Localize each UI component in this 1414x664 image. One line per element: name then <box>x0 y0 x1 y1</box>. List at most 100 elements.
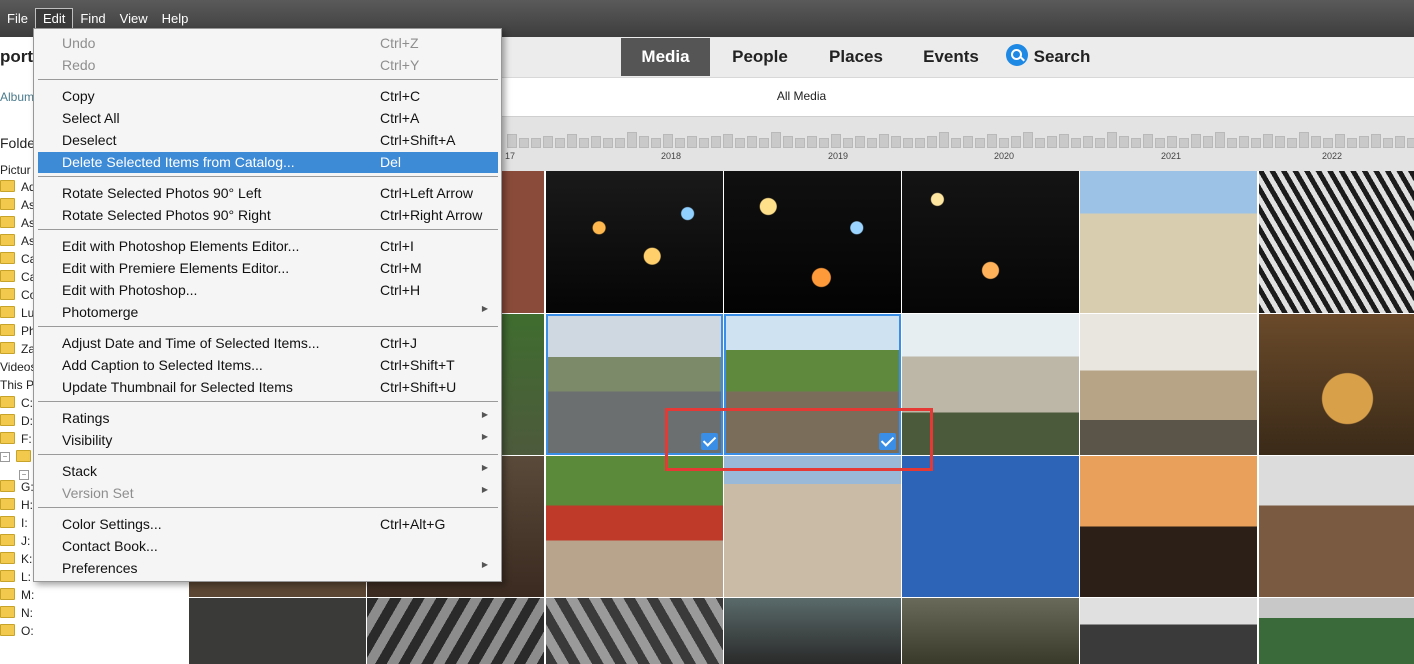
folder-item[interactable]: Ca <box>0 250 36 268</box>
menu-item-redo[interactable]: Redo Ctrl+Y <box>38 55 498 76</box>
timeline-bar[interactable] <box>1047 136 1057 148</box>
timeline-bar[interactable] <box>783 136 793 148</box>
timeline-bar[interactable] <box>987 134 997 148</box>
timeline-bar[interactable] <box>1227 138 1237 148</box>
collapse-toggle[interactable]: − <box>19 470 29 480</box>
drive-item[interactable]: D: <box>0 412 33 430</box>
timeline-bar[interactable] <box>1155 138 1165 148</box>
drive-item[interactable]: O: <box>0 622 34 640</box>
timeline-bar[interactable] <box>1191 134 1201 148</box>
timeline-year[interactable]: 17 <box>505 151 515 161</box>
menu-item-delete-selected-items-from-catalog[interactable]: Delete Selected Items from Catalog... Del <box>38 152 498 173</box>
timeline-bar[interactable] <box>1167 136 1177 148</box>
drive-item[interactable]: J: <box>0 532 30 550</box>
drive-item[interactable]: K: <box>0 550 32 568</box>
timeline-bar[interactable] <box>591 136 601 148</box>
timeline-year[interactable]: 2019 <box>828 151 848 161</box>
timeline-bar[interactable] <box>639 136 649 148</box>
folder-item[interactable]: Lu <box>0 304 34 322</box>
folder-item[interactable]: Co <box>0 286 36 304</box>
timeline-bar[interactable] <box>735 138 745 148</box>
media-thumbnail[interactable] <box>546 456 723 597</box>
tab-places[interactable]: Places <box>817 38 895 76</box>
media-thumbnail[interactable] <box>902 598 1079 664</box>
search-button[interactable]: Search <box>1003 38 1093 76</box>
timeline-bar[interactable] <box>675 138 685 148</box>
timeline-year[interactable]: 2021 <box>1161 151 1181 161</box>
timeline-bar[interactable] <box>1395 136 1405 148</box>
timeline-bar[interactable] <box>1347 138 1357 148</box>
timeline-bar[interactable] <box>879 134 889 148</box>
menu-item-preferences[interactable]: Preferences ▶ <box>38 558 498 579</box>
drive-item[interactable]: C: <box>0 394 33 412</box>
timeline-bar[interactable] <box>1131 138 1141 148</box>
timeline-bar[interactable] <box>1143 134 1153 148</box>
folder-item[interactable]: As <box>0 214 35 232</box>
timeline-bar[interactable] <box>807 136 817 148</box>
drive-item[interactable]: I: <box>0 514 28 532</box>
timeline-bar[interactable] <box>855 136 865 148</box>
timeline-bar[interactable] <box>711 136 721 148</box>
timeline-bar[interactable] <box>1059 134 1069 148</box>
tab-media[interactable]: Media <box>621 38 710 76</box>
menu-item-copy[interactable]: Copy Ctrl+C <box>38 86 498 107</box>
folder-item[interactable]: As <box>0 196 35 214</box>
timeline-bar[interactable] <box>1275 136 1285 148</box>
timeline-bar[interactable] <box>795 138 805 148</box>
menu-file[interactable]: File <box>0 8 35 30</box>
timeline-bar[interactable] <box>531 138 541 148</box>
timeline-bar[interactable] <box>1251 138 1261 148</box>
media-thumbnail[interactable] <box>724 456 901 597</box>
menu-item-photomerge[interactable]: Photomerge ▶ <box>38 302 498 323</box>
menu-item-undo[interactable]: Undo Ctrl+Z <box>38 33 498 54</box>
drive-item[interactable]: N: <box>0 604 33 622</box>
menu-item-ratings[interactable]: Ratings ▶ <box>38 408 498 429</box>
tree-pictures[interactable]: Pictur <box>0 161 31 179</box>
timeline-bar[interactable] <box>687 136 697 148</box>
tree-videos[interactable]: Videos <box>0 358 36 376</box>
timeline-bar[interactable] <box>651 138 661 148</box>
timeline-bar[interactable] <box>1071 138 1081 148</box>
menu-find[interactable]: Find <box>73 8 112 30</box>
timeline-bar[interactable] <box>1035 138 1045 148</box>
timeline-bar[interactable] <box>747 136 757 148</box>
timeline-bar[interactable] <box>1335 134 1345 148</box>
timeline-bar[interactable] <box>519 138 529 148</box>
timeline-bar[interactable] <box>951 138 961 148</box>
media-thumbnail[interactable] <box>902 171 1079 313</box>
media-thumbnail[interactable] <box>1259 171 1414 313</box>
collapse-toggle[interactable]: − <box>0 452 10 462</box>
media-thumbnail[interactable] <box>1259 314 1414 455</box>
media-thumbnail[interactable] <box>189 598 366 664</box>
import-button[interactable]: port <box>0 47 33 67</box>
timeline-bar[interactable] <box>759 138 769 148</box>
timeline-bar[interactable] <box>723 134 733 148</box>
drive-item[interactable]: L: <box>0 568 31 586</box>
timeline-bar[interactable] <box>1095 138 1105 148</box>
timeline-bar[interactable] <box>1107 132 1117 148</box>
menu-item-visibility[interactable]: Visibility ▶ <box>38 430 498 451</box>
timeline-bar[interactable] <box>1299 132 1309 148</box>
timeline-bar[interactable] <box>1119 136 1129 148</box>
folder-item[interactable]: As <box>0 232 35 250</box>
timeline-bar[interactable] <box>927 136 937 148</box>
menu-item-stack[interactable]: Stack ▶ <box>38 461 498 482</box>
timeline-bar[interactable] <box>603 138 613 148</box>
media-thumbnail[interactable] <box>1080 456 1257 597</box>
media-thumbnail[interactable] <box>1080 314 1257 455</box>
timeline-bar[interactable] <box>663 134 673 148</box>
tab-people[interactable]: People <box>719 38 801 76</box>
timeline-bar[interactable] <box>819 138 829 148</box>
timeline-bar[interactable] <box>507 134 517 148</box>
timeline-bar[interactable] <box>567 134 577 148</box>
timeline-bar[interactable] <box>903 138 913 148</box>
menu-item-contact-book[interactable]: Contact Book... <box>38 536 498 557</box>
timeline-bar[interactable] <box>627 132 637 148</box>
menu-item-add-caption-to-selected-items[interactable]: Add Caption to Selected Items... Ctrl+Shi… <box>38 355 498 376</box>
timeline-bar[interactable] <box>1383 138 1393 148</box>
timeline-bar[interactable] <box>1215 132 1225 148</box>
timeline-bar[interactable] <box>1263 134 1273 148</box>
media-thumbnail[interactable] <box>902 456 1079 597</box>
media-thumbnail[interactable] <box>546 598 723 664</box>
timeline-bar[interactable] <box>831 134 841 148</box>
